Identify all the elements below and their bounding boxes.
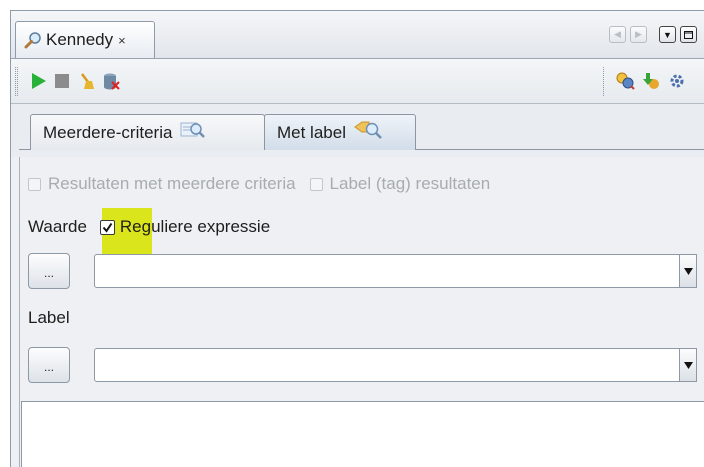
broom-icon[interactable] [77, 71, 97, 91]
check-icon [102, 222, 113, 233]
search-mode-tabs: Meerdere-criteria Met label [11, 104, 704, 157]
toolbar-separator [603, 67, 604, 96]
label-results-label: Label (tag) resultaten [329, 174, 491, 193]
stop-icon[interactable] [52, 71, 72, 91]
results-area[interactable] [21, 401, 704, 467]
tab-met-label[interactable]: Met label [264, 114, 416, 150]
tab-label: Meerdere-criteria [43, 122, 173, 142]
toolbar [11, 59, 704, 104]
multi-search-icon [180, 120, 206, 145]
disabled-options: Resultaten met meerdere criteria Label (… [28, 174, 490, 194]
maximize-icon[interactable] [680, 26, 697, 43]
chevron-down-icon[interactable] [679, 255, 696, 287]
label-browse-button[interactable]: ... [28, 347, 70, 383]
chevron-down-icon[interactable] [679, 349, 696, 381]
multi-criteria-label: Resultaten met meerdere criteria [48, 174, 296, 193]
play-icon[interactable] [28, 71, 48, 91]
waarde-label: Waarde [28, 217, 87, 236]
scroll-left-icon[interactable]: ◀ [609, 26, 626, 43]
tab-title: Kennedy [46, 30, 114, 49]
waarde-combobox[interactable] [94, 254, 697, 288]
dropdown-icon[interactable]: ▼ [659, 26, 676, 43]
label-combobox[interactable] [94, 348, 697, 382]
tab-meerdere-criteria[interactable]: Meerdere-criteria [30, 114, 265, 150]
import-icon[interactable] [641, 71, 661, 91]
scroll-right-icon[interactable]: ▶ [630, 26, 647, 43]
tab-label: Met label [277, 122, 346, 142]
regex-checkbox[interactable] [99, 219, 115, 235]
label-heading: Label [28, 308, 70, 327]
title-bar: Kennedy × ◀ ▶ ▼ [11, 11, 704, 59]
regex-label[interactable]: Reguliere expressie [120, 217, 270, 237]
document-tab[interactable]: Kennedy × [15, 21, 155, 58]
window-controls: ◀ ▶ ▼ [609, 26, 697, 43]
search-icon [24, 31, 42, 49]
form-content: Resultaten met meerdere criteria Label (… [11, 157, 704, 467]
close-icon[interactable]: × [118, 33, 126, 48]
search-panel: Kennedy × ◀ ▶ ▼ Meerdere-criteria Met la… [10, 10, 704, 467]
options-icon[interactable] [667, 71, 687, 91]
delete-db-icon[interactable] [101, 71, 121, 91]
toolbar-grip[interactable] [15, 67, 18, 96]
label-search-icon [354, 120, 384, 145]
multi-criteria-checkbox [28, 177, 41, 191]
waarde-browse-button[interactable]: ... [28, 253, 70, 289]
label-results-checkbox [309, 177, 323, 191]
waarde-row: Waarde Reguliere expressie [28, 217, 270, 237]
search-settings-icon[interactable] [615, 71, 635, 91]
